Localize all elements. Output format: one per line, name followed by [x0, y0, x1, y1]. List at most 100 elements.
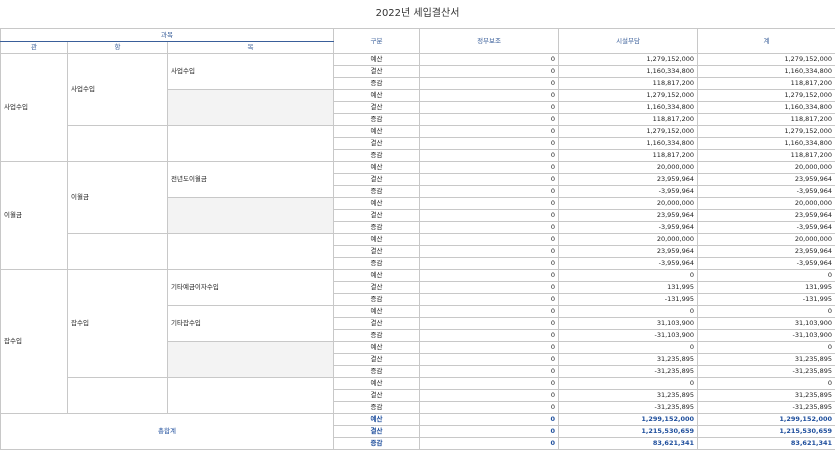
- gubun-cell: 결산: [333, 317, 421, 330]
- value-cell: 0: [697, 305, 835, 318]
- value-cell: 118,817,200: [558, 113, 699, 126]
- value-cell: 0: [419, 377, 560, 390]
- header-gov-subsidy: 정부보조: [419, 28, 560, 54]
- value-cell: 0: [419, 389, 560, 402]
- value-cell: 1,279,152,000: [697, 89, 835, 102]
- value-cell: -31,235,895: [558, 365, 699, 378]
- value-cell: 131,995: [558, 281, 699, 294]
- gubun-cell: 결산: [333, 137, 421, 150]
- header-gubun: 구분: [333, 28, 421, 54]
- value-cell: 1,279,152,000: [558, 89, 699, 102]
- gubun-cell: 결산: [333, 173, 421, 186]
- gubun-cell: 예산: [333, 341, 421, 354]
- value-cell: 23,959,964: [558, 173, 699, 186]
- value-cell: 118,817,200: [697, 77, 835, 90]
- value-cell: 0: [419, 209, 560, 222]
- gubun-cell: 결산: [333, 389, 421, 402]
- gubun-cell: 예산: [333, 89, 421, 102]
- value-cell: 0: [419, 269, 560, 282]
- gubun-cell: 예산: [333, 53, 421, 66]
- value-cell: 31,103,900: [697, 317, 835, 330]
- mok-subtotal-cell: [166, 197, 335, 234]
- value-cell: 0: [419, 365, 560, 378]
- value-cell: 23,959,964: [558, 209, 699, 222]
- gubun-cell: 결산: [333, 245, 421, 258]
- value-cell: -3,959,964: [697, 221, 835, 234]
- value-cell: 1,279,152,000: [697, 125, 835, 138]
- value-cell: 20,000,000: [697, 233, 835, 246]
- value-cell: 0: [419, 437, 560, 450]
- gubun-cell: 증감: [333, 185, 421, 198]
- gubun-cell: 예산: [333, 377, 421, 390]
- total-label: 총합계: [0, 413, 335, 450]
- value-cell: 1,299,152,000: [697, 413, 835, 426]
- mok-label: 전년도이월금: [166, 161, 335, 198]
- hang-label: 사업수입: [67, 53, 168, 126]
- header-facility-charge: 시설부담: [558, 28, 699, 54]
- value-cell: 0: [419, 233, 560, 246]
- value-cell: -3,959,964: [558, 185, 699, 198]
- gubun-cell: 결산: [333, 101, 421, 114]
- gubun-cell: 결산: [333, 425, 421, 438]
- gubun-cell: 증감: [333, 293, 421, 306]
- value-cell: 131,995: [697, 281, 835, 294]
- value-cell: 1,160,334,800: [558, 101, 699, 114]
- value-cell: -31,235,895: [697, 365, 835, 378]
- mok-label: 기타잡수입: [166, 305, 335, 342]
- revenue-settlement-table: 과목 구분 정부보조 시설부담 계 관 항 목 사업수입 사업수입 사업수입 예…: [0, 28, 835, 450]
- value-cell: 0: [697, 269, 835, 282]
- value-cell: 0: [419, 77, 560, 90]
- hang-label: 이월금: [67, 161, 168, 234]
- gubun-cell: 결산: [333, 353, 421, 366]
- value-cell: 31,235,895: [697, 389, 835, 402]
- gubun-cell: 예산: [333, 305, 421, 318]
- header-mok: 목: [166, 41, 335, 54]
- value-cell: 20,000,000: [697, 197, 835, 210]
- hang-subtotal-cell: [67, 125, 168, 162]
- value-cell: 0: [419, 245, 560, 258]
- value-cell: 20,000,000: [558, 197, 699, 210]
- value-cell: 23,959,964: [697, 245, 835, 258]
- value-cell: 1,160,334,800: [697, 101, 835, 114]
- gubun-cell: 예산: [333, 233, 421, 246]
- value-cell: 1,279,152,000: [558, 125, 699, 138]
- value-cell: 0: [419, 281, 560, 294]
- value-cell: 1,215,530,659: [697, 425, 835, 438]
- hang-subtotal-cell: [67, 233, 168, 270]
- gwan-label: 이월금: [0, 161, 68, 270]
- value-cell: 0: [419, 137, 560, 150]
- header-total: 계: [697, 28, 835, 54]
- value-cell: 1,160,334,800: [558, 137, 699, 150]
- value-cell: 31,235,895: [558, 353, 699, 366]
- value-cell: -31,103,900: [697, 329, 835, 342]
- gubun-cell: 예산: [333, 125, 421, 138]
- value-cell: -3,959,964: [697, 185, 835, 198]
- value-cell: 118,817,200: [697, 149, 835, 162]
- mok-subtotal-cell: [166, 377, 335, 414]
- value-cell: -3,959,964: [697, 257, 835, 270]
- value-cell: 20,000,000: [697, 161, 835, 174]
- value-cell: 0: [419, 161, 560, 174]
- value-cell: 0: [419, 89, 560, 102]
- gubun-cell: 증감: [333, 221, 421, 234]
- value-cell: 118,817,200: [558, 149, 699, 162]
- value-cell: 0: [419, 341, 560, 354]
- gubun-cell: 예산: [333, 197, 421, 210]
- value-cell: 0: [419, 413, 560, 426]
- hang-label: 잡수입: [67, 269, 168, 378]
- value-cell: 31,235,895: [558, 389, 699, 402]
- value-cell: 0: [419, 329, 560, 342]
- value-cell: 0: [419, 125, 560, 138]
- value-cell: 23,959,964: [558, 245, 699, 258]
- value-cell: 0: [558, 377, 699, 390]
- gubun-cell: 결산: [333, 209, 421, 222]
- header-subject: 과목: [0, 28, 335, 42]
- value-cell: 20,000,000: [558, 233, 699, 246]
- table-row: 예산 0 0 0: [1, 377, 835, 414]
- gubun-cell: 증감: [333, 113, 421, 126]
- mok-subtotal-cell: [166, 341, 335, 378]
- value-cell: 0: [419, 305, 560, 318]
- gubun-cell: 예산: [333, 413, 421, 426]
- value-cell: 118,817,200: [697, 113, 835, 126]
- value-cell: 0: [419, 221, 560, 234]
